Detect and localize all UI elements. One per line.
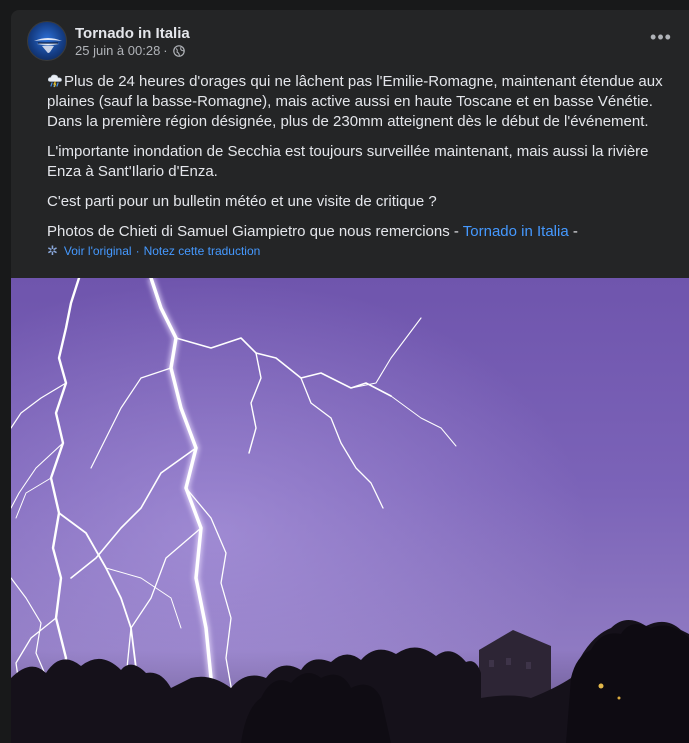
post-photo[interactable]	[11, 278, 689, 743]
page-avatar[interactable]	[27, 21, 67, 61]
post-header: Tornado in Italia 25 juin à 00:28 ·	[27, 21, 190, 61]
more-icon: •••	[650, 26, 672, 47]
paragraph-1-text: Plus de 24 heures d'orages qui ne lâchen…	[47, 73, 663, 130]
page-mention-link[interactable]: Tornado in Italia	[463, 223, 569, 240]
paragraph-4-text: Photos de Chieti di Samuel Giampietro qu…	[47, 223, 463, 240]
see-original-link[interactable]: Voir l'original	[64, 244, 132, 258]
post-meta: Tornado in Italia 25 juin à 00:28 ·	[75, 24, 190, 59]
storm-cloud-icon	[47, 74, 62, 88]
translation-bar: ✲ Voir l'original · Notez cette traducti…	[47, 243, 260, 259]
gear-icon: ✲	[47, 243, 58, 258]
post-card: Tornado in Italia 25 juin à 00:28 · ••• …	[11, 10, 689, 743]
page-name-link[interactable]: Tornado in Italia	[75, 24, 190, 43]
paragraph-4-end: -	[568, 223, 578, 240]
post-paragraph-3: C'est parti pour un bulletin météo et un…	[47, 193, 437, 210]
post-body: Plus de 24 heures d'orages qui ne lâchen…	[47, 72, 677, 252]
meta-separator: ·	[163, 42, 168, 58]
more-options-button[interactable]: •••	[648, 27, 674, 47]
globe-icon	[172, 44, 185, 57]
post-subline: 25 juin à 00:28 ·	[75, 43, 190, 59]
rate-translation-link[interactable]: Notez cette traduction	[144, 244, 261, 258]
post-paragraph-1: Plus de 24 heures d'orages qui ne lâchen…	[47, 72, 677, 132]
tornado-logo-icon	[34, 38, 62, 53]
post-timestamp[interactable]: 25 juin à 00:28	[75, 43, 160, 59]
translation-separator: ·	[135, 244, 140, 258]
post-paragraph-4: Photos de Chieti di Samuel Giampietro qu…	[47, 222, 677, 242]
post-paragraph-2: L'importante inondation de Secchia est t…	[47, 143, 649, 180]
